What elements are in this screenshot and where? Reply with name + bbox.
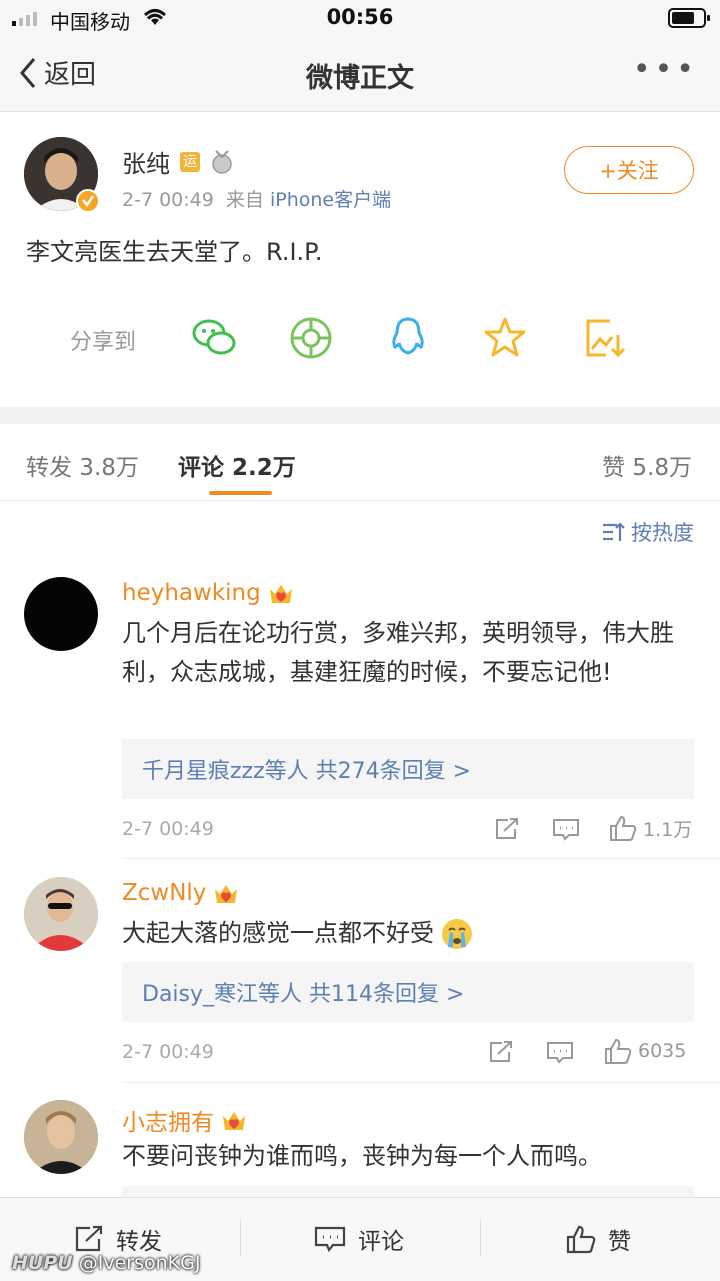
comment-text: 不要问丧钟为谁而鸣，丧钟为每一个人而鸣。 (122, 1142, 602, 1170)
thumbs-up-icon (605, 1038, 632, 1064)
commenter-photo (24, 877, 98, 951)
clock: 00:56 (326, 5, 394, 29)
commenter-avatar[interactable] (24, 577, 98, 651)
battery-icon (668, 8, 710, 28)
more-icon[interactable]: ••• (633, 52, 698, 87)
tab-active-indicator (209, 491, 272, 495)
follow-button[interactable]: +关注 (564, 146, 694, 194)
comment-text-row: 大起大落的感觉一点都不好受 (122, 914, 702, 953)
post-meta: 2-7 00:49 来自 iPhone客户端 (122, 185, 391, 212)
bottom-repost-button[interactable]: 转发 (74, 1222, 162, 1256)
tab-like[interactable]: 赞 5.8万 (602, 448, 692, 482)
thumbs-up-icon (566, 1225, 596, 1254)
comment-divider (122, 1082, 720, 1083)
medal-icon (212, 149, 232, 174)
bottom-comment-button[interactable]: 评论 (314, 1222, 404, 1256)
status-bar: 中国移动 00:56 (0, 0, 720, 36)
like-button[interactable]: 1.1万 (609, 814, 692, 842)
section-divider (0, 407, 720, 424)
reply-summary-partial (122, 1186, 694, 1197)
comment-icon[interactable] (552, 817, 580, 841)
author-name[interactable]: 张纯 (122, 144, 170, 179)
comment-icon (314, 1226, 346, 1253)
thumbs-up-icon (610, 815, 637, 841)
crown-heart-badge-icon (269, 585, 292, 603)
star-favorite-icon[interactable] (482, 315, 528, 361)
sort-label: 按热度 (631, 521, 694, 545)
crown-heart-badge-icon (215, 885, 238, 903)
nav-bar: 返回 微博正文 ••• (0, 36, 720, 112)
comment-icon[interactable] (546, 1040, 574, 1064)
save-image-icon[interactable] (582, 315, 628, 361)
repost-icon (75, 1225, 103, 1252)
like-button[interactable]: 6035 (604, 1037, 686, 1065)
commenter-avatar[interactable] (24, 1100, 98, 1174)
bottom-repost-label: 转发 (116, 1229, 162, 1255)
wechat-icon[interactable] (191, 315, 237, 361)
page-title: 微博正文 (306, 63, 414, 94)
commenter-name-row: ZcwNly (122, 880, 240, 906)
like-count: 6035 (638, 1040, 687, 1062)
comment-text: 几个月后在论功行赏，多难兴邦，英明领导，伟大胜利，众志成城，基建狂魔的时候，不要… (122, 619, 674, 686)
watermark: HUPU @IversonKGJ (12, 1252, 200, 1274)
qq-icon[interactable] (385, 315, 431, 361)
commenter-name-row: 小志拥有 (122, 1103, 248, 1137)
commenter-photo (24, 1100, 98, 1174)
commenter-name-row: heyhawking (122, 580, 295, 606)
commenter-name[interactable]: heyhawking (122, 580, 261, 606)
post-time: 2-7 00:49 (122, 189, 214, 211)
commenter-name[interactable]: ZcwNly (122, 880, 206, 906)
separator (480, 1220, 481, 1256)
share-label: 分享到 (70, 330, 137, 355)
moments-icon[interactable] (288, 315, 334, 361)
post-text: 李文亮医生去天堂了。R.I.P. (26, 238, 323, 266)
bottom-like-button[interactable]: 赞 (566, 1222, 631, 1256)
sort-button[interactable]: 按热度 (601, 517, 694, 547)
author-name-row: 张纯 运 (122, 144, 234, 179)
separator (240, 1220, 241, 1256)
like-count: 1.1万 (643, 818, 693, 841)
commenter-avatar[interactable] (24, 877, 98, 951)
commenter-name[interactable]: 小志拥有 (122, 1103, 214, 1137)
comment-divider (122, 858, 720, 859)
comment-time: 2-7 00:49 (122, 818, 214, 840)
watermark-user: @IversonKGJ (78, 1252, 201, 1274)
verified-badge-icon (76, 189, 100, 213)
bottom-comment-label: 评论 (358, 1229, 404, 1255)
repost-icon[interactable] (494, 817, 520, 841)
comment-time: 2-7 00:49 (122, 1041, 214, 1063)
crying-emoji-icon (442, 918, 472, 949)
bottom-like-label: 赞 (608, 1229, 631, 1255)
tab-comment[interactable]: 评论 2.2万 (178, 448, 296, 482)
reply-summary[interactable]: 千月星痕zzz等人 共274条回复 > (122, 739, 694, 799)
repost-icon[interactable] (488, 1040, 514, 1064)
tab-repost[interactable]: 转发 3.8万 (26, 448, 139, 482)
sort-icon (603, 522, 625, 541)
comment-text: 大起大落的感觉一点都不好受 (122, 919, 434, 947)
post-source-prefix: 来自 (225, 189, 264, 211)
tab-bar: 转发 3.8万 评论 2.2万 赞 5.8万 (0, 424, 720, 501)
reply-summary[interactable]: Daisy_寒江等人 共114条回复 > (122, 962, 694, 1022)
crown-heart-badge-icon (223, 1112, 245, 1130)
post-source[interactable]: iPhone客户端 (270, 189, 391, 211)
watermark-site: HUPU (12, 1252, 73, 1274)
yun-badge-icon: 运 (180, 151, 200, 172)
